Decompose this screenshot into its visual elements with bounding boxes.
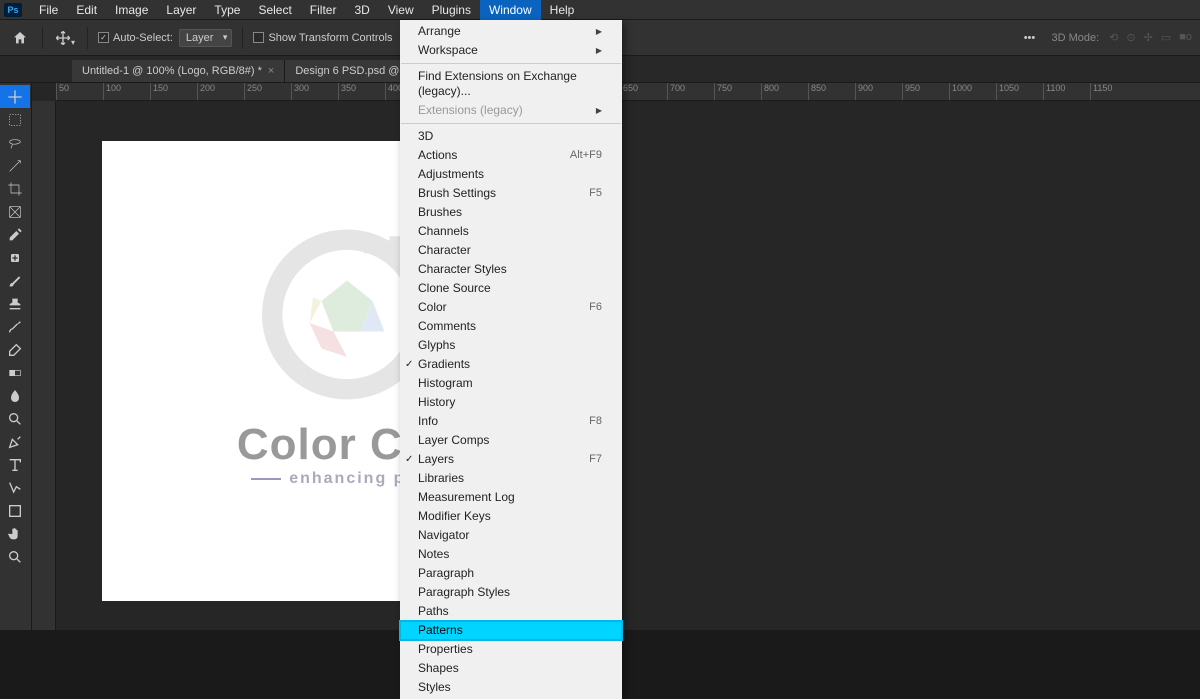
menu-item-adjustments[interactable]: Adjustments [400,165,622,184]
gradient-tool[interactable] [0,361,30,384]
menu-item-color[interactable]: ColorF6 [400,298,622,317]
menu-item-paragraph[interactable]: Paragraph [400,564,622,583]
shape-tool[interactable] [0,499,30,522]
crop-tool[interactable] [0,177,30,200]
menubar-select[interactable]: Select [249,0,300,20]
menu-item-workspace[interactable]: Workspace▶ [400,41,622,60]
menubar-layer[interactable]: Layer [157,0,205,20]
menu-item-history[interactable]: History [400,393,622,412]
menu-item-brush-settings[interactable]: Brush SettingsF5 [400,184,622,203]
move-tool-icon[interactable]: ▾ [53,26,77,50]
dodge-tool[interactable] [0,407,30,430]
menubar-view[interactable]: View [379,0,423,20]
menu-item-glyphs[interactable]: Glyphs [400,336,622,355]
menu-item-actions[interactable]: ActionsAlt+F9 [400,146,622,165]
brush-tool[interactable] [0,269,30,292]
marquee-tool[interactable] [0,108,30,131]
menu-item-libraries[interactable]: Libraries [400,469,622,488]
eraser-tool[interactable] [0,338,30,361]
menu-item-find-extensions-on-exchange-legacy[interactable]: Find Extensions on Exchange (legacy)... [400,67,622,101]
lasso-tool[interactable] [0,131,30,154]
stamp-tool[interactable] [0,292,30,315]
blur-tool[interactable] [0,384,30,407]
menubar-edit[interactable]: Edit [67,0,106,20]
menu-item-paragraph-styles[interactable]: Paragraph Styles [400,583,622,602]
layer-select[interactable]: Layer [179,29,233,47]
move-tool[interactable] [0,85,30,108]
more-icon[interactable]: ••• [1017,26,1041,50]
menu-item-notes[interactable]: Notes [400,545,622,564]
menu-item-brushes[interactable]: Brushes [400,203,622,222]
menu-item-3d[interactable]: 3D [400,127,622,146]
ruler-horizontal: 5010015020025030035040045050055060065070… [56,83,1200,101]
menu-item-extensions-legacy: Extensions (legacy)▶ [400,101,622,120]
tools-panel [0,83,32,630]
auto-select-label: Auto-Select: [113,32,173,44]
menubar: Ps FileEditImageLayerTypeSelectFilter3DV… [0,0,1200,20]
hand-tool[interactable] [0,522,30,545]
menubar-plugins[interactable]: Plugins [423,0,480,20]
menubar-file[interactable]: File [30,0,67,20]
menu-item-histogram[interactable]: Histogram [400,374,622,393]
path-tool[interactable] [0,476,30,499]
menu-item-styles[interactable]: Styles [400,678,622,697]
menubar-filter[interactable]: Filter [301,0,346,20]
three-d-mode-label: 3D Mode: [1051,32,1099,44]
menubar-3d[interactable]: 3D [345,0,378,20]
menu-item-character[interactable]: Character [400,241,622,260]
menubar-type[interactable]: Type [205,0,249,20]
menu-item-clone-source[interactable]: Clone Source [400,279,622,298]
menu-item-arrange[interactable]: Arrange▶ [400,22,622,41]
menubar-help[interactable]: Help [541,0,584,20]
menu-item-properties[interactable]: Properties [400,640,622,659]
transform-checkbox[interactable] [253,32,264,43]
menu-item-patterns[interactable]: Patterns [400,621,622,640]
menu-item-layers[interactable]: LayersF7 [400,450,622,469]
menu-item-channels[interactable]: Channels [400,222,622,241]
menu-separator [401,63,621,64]
history-brush-tool[interactable] [0,315,30,338]
menu-item-modifier-keys[interactable]: Modifier Keys [400,507,622,526]
menu-item-character-styles[interactable]: Character Styles [400,260,622,279]
menu-item-shapes[interactable]: Shapes [400,659,622,678]
menu-item-layer-comps[interactable]: Layer Comps [400,431,622,450]
ruler-vertical [32,101,56,630]
healing-tool[interactable] [0,246,30,269]
wand-tool[interactable] [0,154,30,177]
eyedropper-tool[interactable] [0,223,30,246]
auto-select-checkbox[interactable]: ✓ [98,32,109,43]
type-tool[interactable] [0,453,30,476]
menu-item-gradients[interactable]: Gradients [400,355,622,374]
menu-item-comments[interactable]: Comments [400,317,622,336]
close-icon[interactable]: × [268,65,274,77]
menu-item-info[interactable]: InfoF8 [400,412,622,431]
home-icon[interactable] [8,26,32,50]
zoom-tool[interactable] [0,545,30,568]
menu-item-navigator[interactable]: Navigator [400,526,622,545]
menu-item-measurement-log[interactable]: Measurement Log [400,488,622,507]
window-menu-dropdown: Arrange▶Workspace▶ Find Extensions on Exc… [400,20,622,699]
transform-label: Show Transform Controls [268,32,392,44]
menu-separator [401,123,621,124]
menubar-window[interactable]: Window [480,0,541,20]
menubar-image[interactable]: Image [106,0,157,20]
three-d-icons: ⟲⊙✢▭■o [1109,31,1192,44]
app-icon: Ps [4,3,22,17]
document-tab[interactable]: Untitled-1 @ 100% (Logo, RGB/8#) *× [72,60,285,82]
frame-tool[interactable] [0,200,30,223]
menu-item-paths[interactable]: Paths [400,602,622,621]
pen-tool[interactable] [0,430,30,453]
